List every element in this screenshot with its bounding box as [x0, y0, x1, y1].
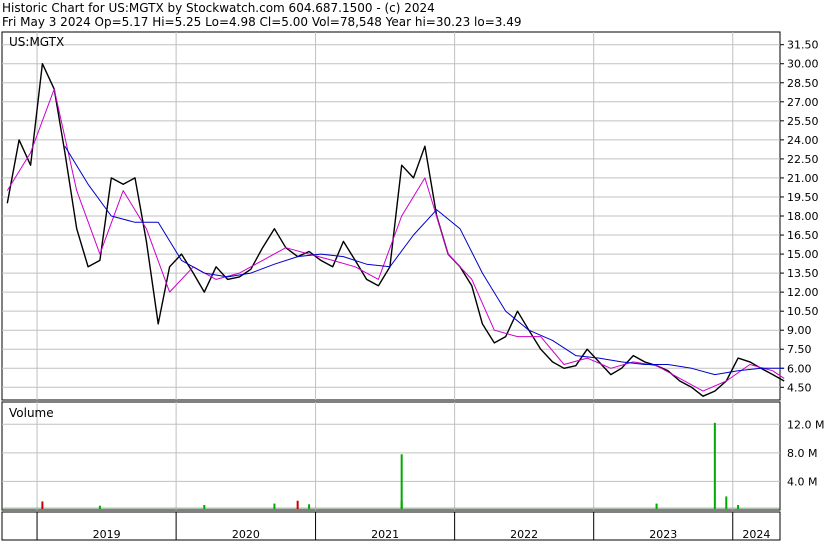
year-label: 2023 [649, 528, 677, 541]
volume-title: Volume [9, 406, 54, 420]
chart-title: US:MGTX [9, 35, 64, 49]
volume-bar [308, 504, 311, 509]
year-label: 2021 [371, 528, 399, 541]
volume-tick-label: 4.0 M [787, 475, 817, 488]
volume-bar [725, 496, 728, 509]
price-tick-label: 30.00 [787, 58, 819, 71]
volume-bar [655, 503, 658, 509]
volume-bar [400, 500, 403, 509]
price-tick-label: 21.00 [787, 172, 819, 185]
price-tick-label: 24.00 [787, 134, 819, 147]
volume-baseline [3, 507, 779, 509]
volume-tick-label: 12.0 M [787, 418, 824, 431]
year-label: 2022 [510, 528, 538, 541]
price-tick-label: 28.50 [787, 77, 819, 90]
price-tick-label: 19.50 [787, 191, 819, 204]
price-tick-label: 16.50 [787, 229, 819, 242]
chart-page: Historic Chart for US:MGTX by Stockwatch… [0, 0, 830, 543]
stock-chart: 31.50 30.00 28.50 27.00 25.50 24.00 22.50 21.00… [1, 31, 824, 541]
volume-bar [41, 501, 44, 509]
price-tick-label: 6.00 [787, 362, 812, 375]
price-tick-label: 25.50 [787, 115, 819, 128]
price-tick-label: 7.50 [787, 343, 812, 356]
volume-bar [203, 505, 206, 509]
price-tick-label: 18.00 [787, 210, 819, 223]
volume-bar [737, 505, 740, 509]
volume-tick-label: 8.0 M [787, 447, 817, 460]
volume-bar [98, 505, 101, 509]
price-tick-label: 4.50 [787, 381, 812, 394]
volume-panel [1, 401, 781, 511]
year-label: 2019 [93, 528, 121, 541]
year-label: 2024 [742, 528, 770, 541]
volume-bar [713, 422, 716, 509]
year-label: 2020 [232, 528, 260, 541]
volume-bar [296, 500, 299, 509]
price-tick-label: 13.50 [787, 267, 819, 280]
price-tick-label: 15.00 [787, 248, 819, 261]
volume-bar [273, 503, 276, 509]
price-tick-label: 31.50 [787, 39, 819, 52]
price-tick-label: 22.50 [787, 153, 819, 166]
price-tick-label: 12.00 [787, 286, 819, 299]
price-tick-label: 10.50 [787, 305, 819, 318]
price-tick-label: 9.00 [787, 324, 812, 337]
price-tick-label: 27.00 [787, 96, 819, 109]
